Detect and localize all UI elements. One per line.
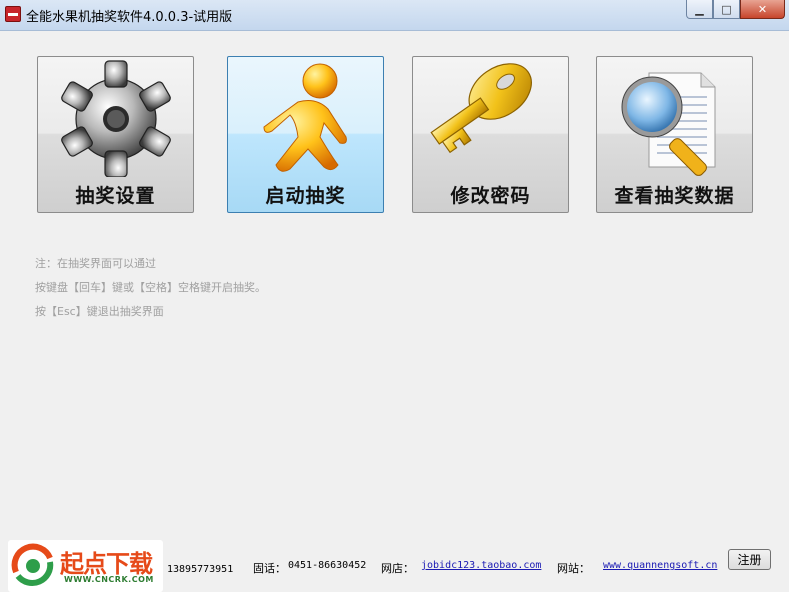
gear-icon: [61, 60, 171, 177]
main-window: 全能水果机抽奖软件4.0.0.3-试用版 ▁ □ ✕ 抽奖设置 启动抽奖 修改密…: [0, 0, 789, 592]
start-lottery-button[interactable]: 启动抽奖: [227, 56, 384, 213]
note-line: 按键盘【回车】键或【空格】空格键开启抽奖。: [35, 281, 266, 294]
minimize-icon: ▁: [695, 2, 704, 16]
note-line: 注：在抽奖界面可以通过: [35, 257, 156, 270]
running-person-icon: [263, 63, 347, 172]
tel-number: 0451-86630452: [288, 560, 367, 571]
key-icon: [430, 63, 532, 154]
shop-link[interactable]: jobidc123.taobao.com: [421, 560, 541, 571]
watermark-logo: 起点下载 WWW.CNCRK.COM: [8, 540, 163, 592]
watermark-url: WWW.CNCRK.COM: [64, 575, 154, 584]
title-bar[interactable]: 全能水果机抽奖软件4.0.0.3-试用版 ▁ □ ✕: [0, 0, 789, 31]
close-button[interactable]: ✕: [740, 0, 785, 19]
button-label: 查看抽奖数据: [614, 185, 735, 207]
magnifier-document-icon: [621, 72, 716, 176]
watermark-emblem-icon: [11, 543, 54, 586]
phone-number: ：13895773951: [157, 564, 234, 575]
minimize-button[interactable]: ▁: [686, 0, 713, 19]
maximize-icon: □: [721, 2, 732, 16]
maximize-button[interactable]: □: [713, 0, 740, 19]
close-icon: ✕: [757, 2, 768, 16]
site-label: 网站：: [557, 562, 590, 575]
site-link[interactable]: www.quannengsoft.cn: [603, 560, 717, 571]
app-icon: [5, 6, 21, 22]
button-label: 启动抽奖: [265, 185, 346, 207]
button-label: 修改密码: [450, 185, 531, 207]
watermark-name: 起点下载: [60, 550, 153, 578]
client-area: 抽奖设置 启动抽奖 修改密码 查看抽奖数据 注：在抽奖界面可以通过 按键盘【回车…: [7, 31, 782, 585]
tel-label: 固话：: [253, 562, 286, 575]
register-button[interactable]: 注册: [728, 549, 771, 570]
window-title: 全能水果机抽奖软件4.0.0.3-试用版: [26, 10, 233, 25]
view-lottery-data-button[interactable]: 查看抽奖数据: [596, 56, 753, 213]
shop-label: 网店：: [381, 562, 414, 575]
note-line: 按【Esc】键退出抽奖界面: [35, 305, 164, 318]
button-label: 抽奖设置: [75, 185, 156, 207]
lottery-settings-button[interactable]: 抽奖设置: [37, 56, 194, 213]
change-password-button[interactable]: 修改密码: [412, 56, 569, 213]
